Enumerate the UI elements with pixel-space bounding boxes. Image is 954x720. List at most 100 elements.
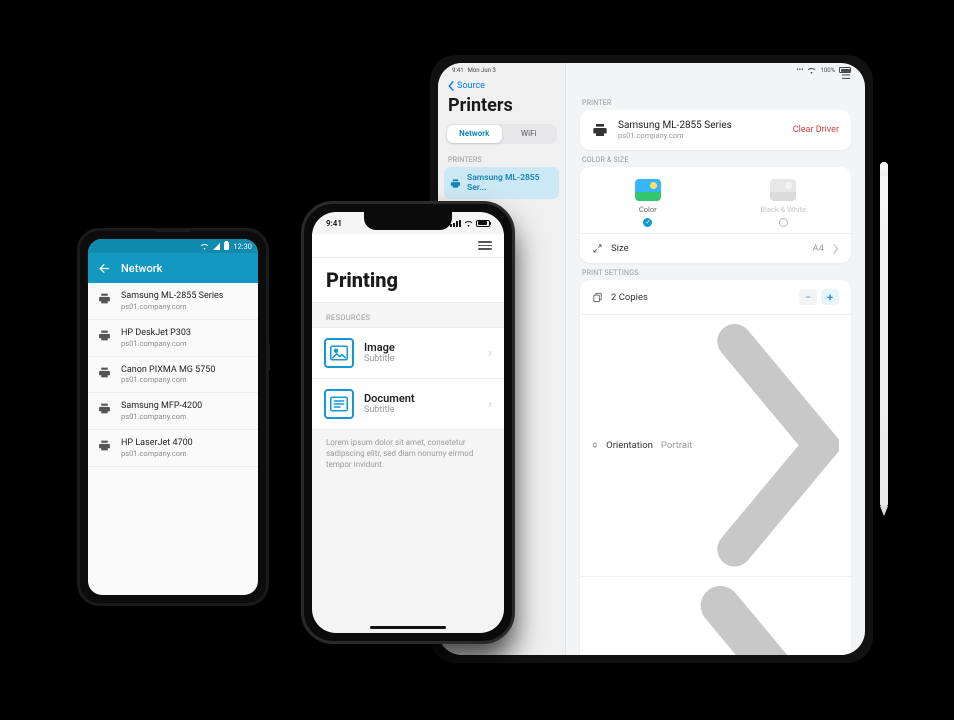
android-status-time: 12:30 [233, 242, 252, 251]
android-frame: 12:30 Network Samsung ML-2855 Seriesps01… [77, 228, 269, 606]
battery-icon [476, 220, 490, 227]
orientation-label: Orientation [606, 440, 653, 451]
color-option-color[interactable]: Color [580, 167, 716, 233]
wifi-icon [807, 67, 816, 74]
wifi-icon [200, 243, 209, 250]
printer-name: HP LaserJet 4700 [121, 438, 193, 449]
orientation-icon [592, 440, 598, 451]
segment-wifi[interactable]: WiFi [502, 125, 557, 143]
bw-label: Black & White [760, 205, 806, 214]
quality-row[interactable]: Quality 600dpi [580, 577, 851, 655]
printer-icon [98, 329, 111, 342]
list-item[interactable]: Samsung ML-2855 Seriesps01.company.com [88, 283, 258, 320]
menu-icon[interactable] [478, 241, 492, 250]
orientation-row[interactable]: Orientation Portrait [580, 315, 851, 577]
chevron-right-icon [700, 324, 839, 567]
apple-pencil [880, 162, 888, 506]
list-item[interactable]: Canon PIXMA MG 5750ps01.company.com [88, 357, 258, 394]
android-appbar: Network [88, 253, 258, 283]
back-label: Source [457, 81, 485, 91]
printer-host: ps01.company.com [121, 339, 191, 348]
colorsize-card: Color Black & White Size A4 [580, 167, 851, 263]
colorsize-section-label: COLOR & SIZE [582, 156, 849, 164]
sidebar-item-label: Samsung ML-2855 Ser... [467, 173, 553, 193]
iphone-status-time: 9:41 [326, 219, 342, 228]
iphone-screen: 9:41 Printing RESOURCES [312, 212, 504, 633]
printer-host: ps01.company.com [121, 412, 202, 421]
iphone-notch [364, 212, 452, 230]
printer-icon [98, 439, 111, 452]
iphone-page-title: Printing [312, 258, 504, 303]
copies-icon [592, 292, 603, 303]
android-speaker [155, 229, 191, 232]
printer-card: Samsung ML-2855 Series ps01.company.com … [580, 110, 851, 150]
copies-minus-button[interactable]: − [799, 289, 817, 305]
chevron-right-icon [681, 586, 839, 655]
android-screen: 12:30 Network Samsung ML-2855 Seriesps01… [88, 239, 258, 595]
chevron-left-icon [448, 81, 455, 91]
home-indicator[interactable] [370, 626, 446, 630]
copies-plus-button[interactable]: + [821, 289, 839, 305]
network-wifi-segmented[interactable]: Network WiFi [446, 124, 557, 144]
resource-sub: Subtitle [364, 405, 478, 415]
clear-driver-button[interactable]: Clear Driver [793, 125, 839, 135]
back-button[interactable]: Source [438, 77, 565, 93]
ipad-printer-list: Samsung ML-2855 Ser... [438, 167, 565, 199]
footer-note: Lorem ipsum dolor sit amet, consetetur s… [312, 430, 504, 478]
color-option-bw[interactable]: Black & White [716, 167, 852, 233]
list-item[interactable]: HP LaserJet 4700ps01.company.com [88, 430, 258, 467]
document-icon [324, 389, 354, 419]
image-icon [324, 338, 354, 368]
printer-icon [98, 402, 111, 415]
wifi-icon [464, 220, 473, 227]
iphone-frame: 9:41 Printing RESOURCES [301, 201, 515, 644]
resource-name: Document [364, 393, 478, 406]
android-page-title: Network [121, 262, 162, 275]
paper-size-row[interactable]: Size A4 [580, 233, 851, 263]
back-arrow-icon[interactable] [98, 262, 111, 275]
printer-name: HP DeskJet P303 [121, 328, 191, 339]
chevron-right-icon: › [488, 397, 492, 412]
sidebar-printer-item[interactable]: Samsung ML-2855 Ser... [444, 167, 559, 199]
list-item[interactable]: Samsung MFP-4200ps01.company.com [88, 393, 258, 430]
ipad-status-time: 9:41 [452, 67, 464, 74]
resources-list: Image Subtitle › Document Subtitle [312, 327, 504, 430]
color-mode-row: Color Black & White [580, 167, 851, 233]
list-item[interactable]: HP DeskJet P303ps01.company.com [88, 320, 258, 357]
printer-name: Samsung MFP-4200 [121, 401, 202, 412]
copies-stepper: − + [799, 289, 839, 305]
android-printer-list: Samsung ML-2855 Seriesps01.company.com H… [88, 283, 258, 467]
printer-icon [450, 178, 461, 189]
battery-icon [224, 242, 229, 250]
print-settings-card: 2 Copies − + Orientation Portrait [580, 280, 851, 655]
expand-icon [592, 243, 603, 254]
printer-host: ps01.company.com [121, 375, 215, 384]
resource-image-row[interactable]: Image Subtitle › [312, 328, 504, 379]
resource-name: Image [364, 342, 478, 355]
ipad-status-battery: 100% [820, 67, 835, 74]
printer-name: Canon PIXMA MG 5750 [121, 365, 215, 376]
segment-network[interactable]: Network [447, 125, 502, 143]
sidebar-toggle-icon[interactable]: ☰ [841, 69, 851, 82]
copies-row: 2 Copies − + [580, 280, 851, 315]
printer-icon [592, 122, 608, 138]
stage: 9:41 Mon Jun 3 ••• 100% ☰ Source Printer… [0, 0, 954, 720]
android-status-bar: 12:30 [88, 239, 258, 253]
printer-icon [98, 292, 111, 305]
chevron-right-icon [832, 244, 839, 254]
radio-unchecked-icon [779, 218, 788, 227]
resources-section-label: RESOURCES [312, 303, 504, 327]
iphone-body: Printing RESOURCES Image Subtitle › [312, 258, 504, 633]
ipad-status-bar: 9:41 Mon Jun 3 ••• 100% [438, 63, 865, 77]
color-thumb-icon [635, 179, 661, 201]
resource-document-row[interactable]: Document Subtitle › [312, 379, 504, 429]
size-value: A4 [812, 243, 824, 254]
signal-icon: ••• [796, 66, 803, 74]
radio-checked-icon [643, 218, 652, 227]
copies-label: 2 Copies [611, 292, 791, 303]
chevron-right-icon: › [488, 346, 492, 361]
signal-icon [213, 243, 220, 250]
printer-host: ps01.company.com [121, 302, 223, 311]
printer-host: ps01.company.com [618, 132, 783, 141]
orientation-value: Portrait [661, 440, 693, 451]
